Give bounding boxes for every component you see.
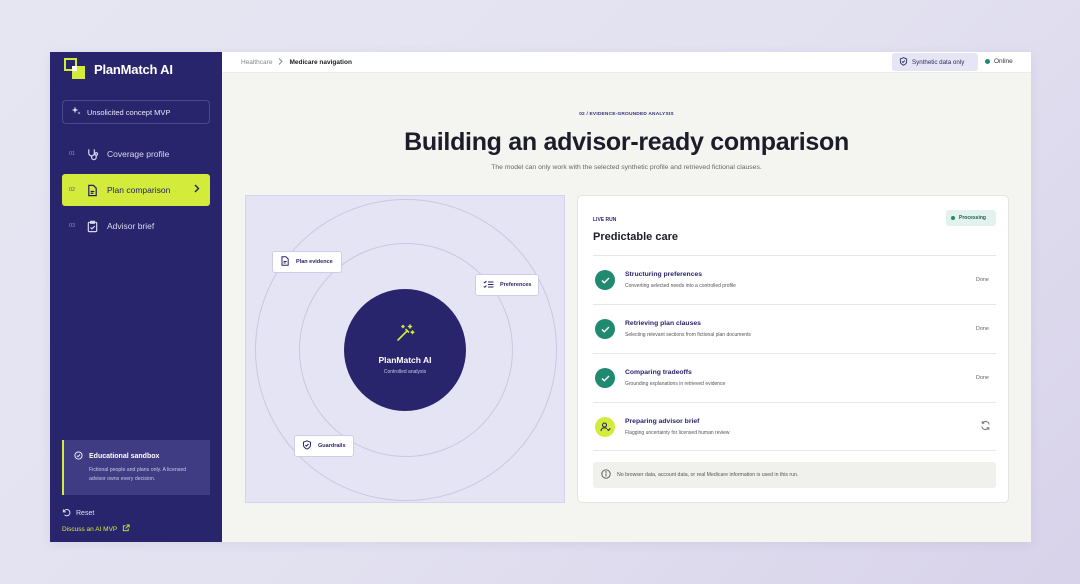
brand-name: PlanMatch AI	[94, 61, 173, 77]
step-status: Done	[975, 326, 989, 332]
step-description: Flagging uncertainty for licensed human …	[625, 429, 730, 436]
run-step-active: Preparing advisor brief Flagging uncertai…	[593, 402, 996, 451]
document-icon	[280, 256, 290, 268]
shield-check-icon	[302, 440, 312, 452]
check-icon	[595, 270, 615, 290]
synthetic-label: Synthetic data only	[912, 58, 965, 66]
core-node: PlanMatch AI Controlled analysis	[344, 289, 466, 411]
status-badge: Processing	[946, 210, 996, 226]
nav-number: 03	[69, 223, 76, 229]
sandbox-text: Fictional people and plans only. A licen…	[89, 467, 187, 482]
sparkle-icon	[71, 106, 81, 118]
topbar: Healthcare Medicare navigation Synthetic…	[222, 52, 1031, 73]
step-title: Retrieving plan clauses	[625, 320, 701, 327]
run-title: Predictable care	[593, 231, 678, 243]
privacy-note: No browser data, account data, or real M…	[593, 462, 996, 488]
step-title: Preparing advisor brief	[625, 417, 700, 425]
core-title: PlanMatch AI	[378, 355, 432, 365]
chip-guardrails[interactable]: Guardrails	[294, 435, 354, 457]
nav-item-plan-comparison[interactable]: 02 Plan comparison	[62, 174, 210, 206]
breadcrumb-item[interactable]: Healthcare	[241, 59, 272, 66]
magic-wand-icon	[395, 323, 415, 348]
status-label: Processing	[959, 215, 986, 221]
brand[interactable]: PlanMatch AI	[64, 58, 173, 80]
discuss-label: Discuss an AI MVP	[62, 525, 118, 533]
status-dot	[951, 216, 955, 220]
nav-item-advisor-brief[interactable]: 03 Advisor brief	[62, 210, 210, 242]
concept-label: Unsolicited concept MVP	[87, 107, 171, 117]
app-window: PlanMatch AI Unsolicited concept MVP 01 …	[50, 52, 1031, 542]
orbit-diagram: PlanMatch AI Controlled analysis Plan ev…	[245, 195, 565, 503]
live-run-panel: LIVE RUN Predictable care Processing Str…	[577, 195, 1009, 503]
step-description: Converting selected needs into a control…	[625, 283, 736, 289]
clipboard-check-icon	[85, 219, 99, 233]
note-text: No browser data, account data, or real M…	[617, 472, 799, 478]
main-content: Healthcare Medicare navigation Synthetic…	[222, 52, 1031, 542]
sandbox-title: Educational sandbox	[89, 453, 160, 460]
check-icon	[595, 319, 615, 339]
online-label: Online	[994, 58, 1013, 65]
page-subtitle: The model can only work with the selecte…	[491, 164, 762, 171]
nav-number: 02	[69, 187, 76, 193]
external-link-icon	[122, 524, 130, 534]
chip-label: Guardrails	[318, 443, 346, 449]
breadcrumb: Healthcare Medicare navigation	[241, 58, 352, 67]
step-title: Comparing tradeoffs	[625, 369, 692, 376]
step-description: Grounding explanations in retrieved evid…	[625, 381, 726, 387]
info-icon	[601, 469, 611, 481]
live-run-eyebrow: LIVE RUN	[593, 217, 617, 223]
chevron-right-icon	[278, 58, 284, 67]
nav-label: Plan comparison	[107, 185, 171, 195]
step-description: Selecting relevant sections from fiction…	[625, 332, 751, 338]
document-icon	[85, 183, 99, 197]
chip-label: Preferences	[500, 282, 532, 288]
core-subtitle: Controlled analysis	[383, 369, 427, 375]
check-icon	[595, 368, 615, 388]
refresh-icon	[980, 418, 991, 436]
step-status: Done	[975, 277, 989, 283]
concept-badge: Unsolicited concept MVP	[62, 100, 210, 124]
status-dot	[985, 59, 990, 64]
discuss-link[interactable]: Discuss an AI MVP	[62, 524, 130, 534]
chip-preferences[interactable]: Preferences	[475, 274, 539, 296]
nav-label: Advisor brief	[107, 221, 155, 231]
page-title: Building an advisor-ready comparison	[404, 128, 849, 156]
run-step: Comparing tradeoffs Grounding explanation…	[593, 353, 996, 402]
breadcrumb-current: Medicare navigation	[289, 59, 352, 66]
sandbox-notice: Educational sandbox Fictional people and…	[62, 440, 210, 495]
user-review-icon	[595, 416, 615, 437]
reset-button[interactable]: Reset	[62, 508, 94, 519]
checklist-icon	[483, 280, 494, 291]
logo-icon	[64, 58, 86, 80]
section-eyebrow: 02 / EVIDENCE-GROUNDED ANALYSIS	[579, 112, 674, 117]
run-step: Retrieving plan clauses Selecting relevan…	[593, 304, 996, 353]
nav-label: Coverage profile	[107, 149, 170, 159]
reset-label: Reset	[76, 510, 95, 517]
chip-plan-evidence[interactable]: Plan evidence	[272, 251, 342, 273]
shield-icon	[74, 451, 83, 462]
shield-check-icon	[899, 56, 908, 68]
sidebar: PlanMatch AI Unsolicited concept MVP 01 …	[50, 52, 222, 542]
online-status: Online	[985, 58, 1013, 65]
step-title: Structuring preferences	[625, 271, 703, 278]
nav-item-coverage-profile[interactable]: 01 Coverage profile	[62, 138, 210, 170]
chevron-right-icon	[193, 184, 200, 196]
run-step: Structuring preferences Converting select…	[593, 255, 996, 304]
synthetic-data-badge: Synthetic data only	[892, 53, 978, 71]
chip-label: Plan evidence	[296, 259, 333, 265]
reset-icon	[62, 508, 71, 519]
stethoscope-icon	[85, 147, 99, 161]
step-status: Done	[975, 375, 989, 381]
nav-number: 01	[69, 151, 76, 157]
